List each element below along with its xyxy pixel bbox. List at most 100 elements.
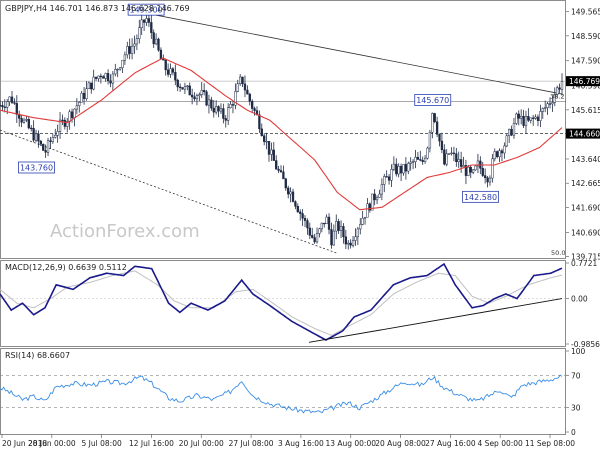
candle-body (210, 99, 213, 109)
y-tick-label: 148.590 (571, 32, 600, 41)
candle-body (75, 105, 79, 110)
rsi-title: RSI(14) 68.6607 (5, 351, 70, 360)
candle-body (402, 164, 405, 174)
chart-root: 149.300 143.760 139.880 145.670 142.580 38.2 5… (0, 0, 600, 450)
candle-body (488, 177, 492, 183)
candle-body (517, 113, 520, 119)
y-tick-label: 145.615 (571, 106, 600, 115)
candle-body (106, 73, 110, 82)
candle-body (551, 102, 554, 105)
candle-body (227, 107, 230, 121)
candle-body (46, 140, 50, 153)
candle-body (524, 116, 528, 126)
candle-body (224, 118, 227, 121)
rsi-tick-label: 30 (571, 404, 581, 413)
candle-body (467, 166, 470, 176)
candle-body (267, 141, 271, 155)
candle-body (387, 176, 391, 181)
candle-body (260, 128, 263, 136)
x-tick-label: 28 Jun 00:00 (28, 439, 76, 448)
candle-body (3, 106, 6, 108)
candle-body (188, 85, 191, 96)
candle-body (397, 165, 400, 175)
candle-body (159, 49, 163, 60)
candle-body (198, 94, 201, 96)
candle-body (359, 224, 362, 230)
candle-body (392, 163, 396, 170)
candle-body (164, 59, 167, 71)
candle-body (508, 128, 511, 137)
candle-body (534, 116, 537, 119)
candle-body (426, 147, 429, 159)
candle-body (236, 83, 239, 92)
candle-body (178, 86, 182, 88)
macd-title: MACD(12,26,9) 0.6639 0.5112 (5, 263, 127, 272)
x-tick-label: 27 Aug 16:00 (425, 439, 476, 448)
candle-body (27, 119, 30, 129)
candle-body (351, 240, 355, 246)
macd-panel-frame (0, 260, 566, 347)
candle-body (323, 222, 326, 225)
candle-body (296, 206, 299, 213)
candle-body (174, 72, 177, 81)
candle-body (145, 18, 148, 23)
candle-body (474, 165, 477, 171)
candle-body (190, 94, 194, 98)
candle-body (162, 58, 165, 61)
candle-body (438, 133, 441, 142)
candle-body (491, 158, 494, 179)
candle-body (116, 68, 119, 71)
candle-body (330, 229, 333, 246)
candle-body (301, 213, 304, 219)
candle-body (222, 108, 225, 119)
candle-body (85, 88, 88, 99)
candle-body (445, 153, 448, 165)
x-tick-label: 20 Jul 00:00 (179, 439, 224, 448)
candle-body (92, 76, 95, 90)
candle-body (486, 177, 489, 183)
candle-body (366, 203, 369, 218)
candle-body (383, 176, 386, 185)
candle-body (529, 117, 532, 121)
candle-body (80, 92, 83, 103)
y-tick-label: 140.690 (571, 228, 600, 237)
candle-body (505, 135, 508, 147)
candle-body (536, 116, 540, 121)
candle-body (284, 178, 287, 189)
candle-body (142, 19, 146, 23)
rsi-tick-label: 0 (571, 428, 576, 437)
candle-body (532, 117, 535, 119)
candle-body (433, 113, 436, 123)
candle-body (335, 221, 338, 232)
candle-body (207, 99, 211, 106)
main-panel-frame (0, 0, 566, 259)
fib-38-tag: 38.2 (550, 92, 564, 100)
candle-body (123, 54, 127, 61)
candle-body (354, 236, 357, 241)
candle-body (147, 18, 151, 23)
candle-body (544, 107, 547, 109)
rsi-tick-label: 100 (571, 347, 586, 356)
candle-body (111, 73, 115, 84)
candle-body (380, 184, 384, 195)
rsi-line (0, 374, 563, 414)
y-tick-label: 142.665 (571, 179, 600, 188)
candle-body (118, 67, 122, 70)
macd-trend-line (309, 298, 563, 343)
candle-body (39, 140, 42, 145)
candle-body (102, 76, 105, 79)
macd-tick-label: 0.7721 (571, 259, 597, 268)
candle-body (469, 166, 472, 173)
candle-body (63, 119, 66, 127)
candle-body (157, 38, 160, 51)
candle-body (431, 113, 434, 133)
candle-body (496, 151, 499, 158)
candle-body (344, 236, 347, 245)
price-annotation-label: 139.880 (315, 260, 348, 269)
candle-body (457, 159, 460, 163)
candle-body (279, 170, 283, 173)
candle-body (15, 103, 18, 115)
candle-body (546, 103, 549, 108)
candle-body (452, 152, 456, 154)
level-50-tag: 50.0 (551, 249, 565, 257)
